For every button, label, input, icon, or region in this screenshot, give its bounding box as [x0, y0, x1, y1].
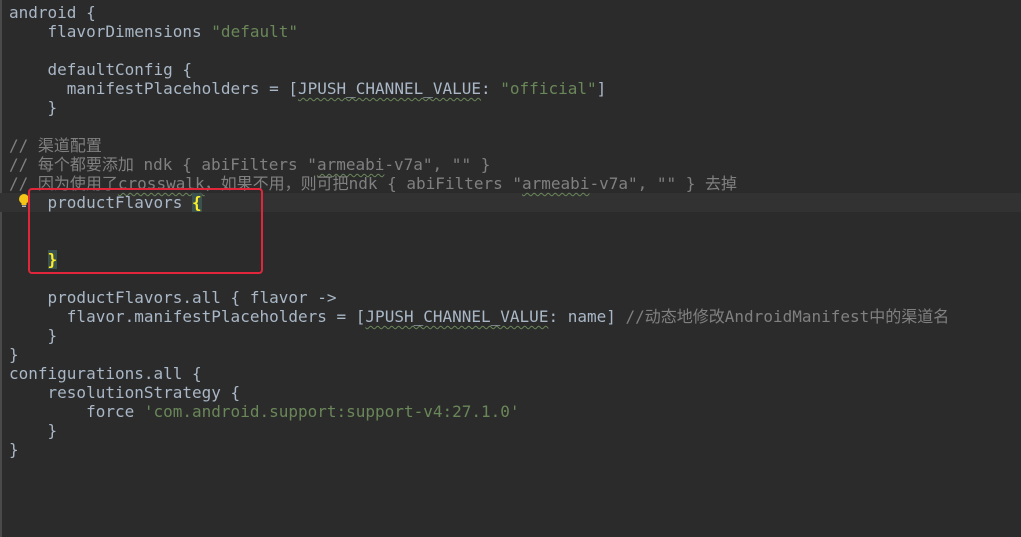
code-line-23[interactable]: }	[9, 421, 58, 440]
code-line-6[interactable]: }	[9, 98, 58, 117]
code-line-4[interactable]: defaultConfig {	[9, 60, 193, 79]
code-line-19[interactable]: }	[9, 345, 19, 364]
annotation-highlight-box	[28, 188, 263, 274]
code-line-18[interactable]: }	[9, 326, 58, 345]
code-line-24[interactable]: }	[9, 440, 19, 459]
code-line-1[interactable]: android {	[9, 3, 96, 22]
code-line-17[interactable]: flavor.manifestPlaceholders = [JPUSH_CHA…	[9, 307, 949, 326]
code-line-22[interactable]: force 'com.android.support:support-v4:27…	[9, 402, 519, 421]
comment-line-1[interactable]: // 渠道配置	[9, 136, 102, 155]
code-line-5[interactable]: manifestPlaceholders = [JPUSH_CHANNEL_VA…	[9, 79, 606, 98]
code-line-2[interactable]: flavorDimensions "default"	[9, 22, 298, 41]
code-line-21[interactable]: resolutionStrategy {	[9, 383, 241, 402]
code-editor[interactable]: android { flavorDimensions "default" def…	[0, 0, 1021, 537]
code-line-20[interactable]: configurations.all {	[9, 364, 202, 383]
editor-gutter-border	[0, 0, 2, 537]
comment-line-2[interactable]: // 每个都要添加 ndk { abiFilters "armeabi-v7a"…	[9, 155, 490, 174]
code-line-16[interactable]: productFlavors.all { flavor ->	[9, 288, 337, 307]
